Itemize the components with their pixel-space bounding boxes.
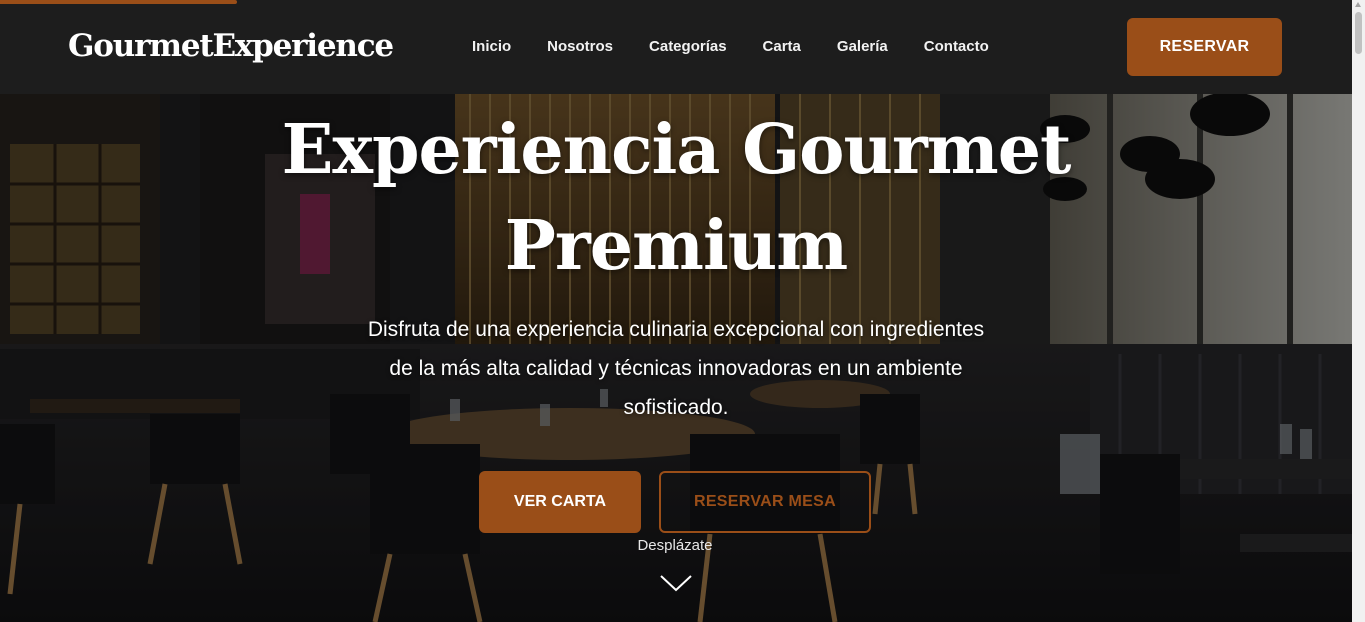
hero-subtitle: Disfruta de una experiencia culinaria ex…	[326, 310, 1026, 427]
site-logo[interactable]: GourmetExperience	[68, 28, 394, 64]
scrollbar-thumb[interactable]	[1355, 12, 1362, 54]
hero-subtitle-line1: Disfruta de una experiencia culinaria ex…	[367, 318, 985, 341]
scroll-up-arrow-icon[interactable]	[1355, 2, 1361, 7]
hero-subtitle-line3: sofisticado.	[623, 396, 729, 419]
scroll-hint-label: Desplázate	[637, 537, 713, 554]
hero-title: Experiencia Gourmet Premium	[176, 102, 1176, 294]
reserve-button[interactable]: RESERVAR	[1127, 18, 1282, 76]
site-header: GourmetExperience Inicio Nosotros Catego…	[0, 0, 1352, 94]
scroll-progress-bar	[0, 0, 237, 4]
nav-item-categorias[interactable]: Categorías	[649, 38, 727, 55]
nav-item-contacto[interactable]: Contacto	[924, 38, 989, 55]
hero-section: Experiencia Gourmet Premium Disfruta de …	[0, 94, 1352, 622]
nav-item-nosotros[interactable]: Nosotros	[547, 38, 613, 55]
page-scrollbar[interactable]	[1352, 0, 1365, 622]
hero-subtitle-line2: de la más alta calidad y técnicas innova…	[389, 357, 963, 380]
nav-item-galeria[interactable]: Galería	[837, 38, 888, 55]
main-nav: Inicio Nosotros Categorías Carta Galería…	[472, 38, 1025, 55]
view-menu-button[interactable]: VER CARTA	[479, 471, 641, 533]
nav-item-inicio[interactable]: Inicio	[472, 38, 511, 55]
hero-title-line2: Premium	[504, 206, 848, 286]
nav-item-carta[interactable]: Carta	[763, 38, 801, 55]
chevron-down-icon[interactable]	[659, 572, 693, 594]
book-table-button[interactable]: RESERVAR MESA	[659, 471, 871, 533]
hero-title-line1: Experiencia Gourmet	[281, 110, 1072, 190]
